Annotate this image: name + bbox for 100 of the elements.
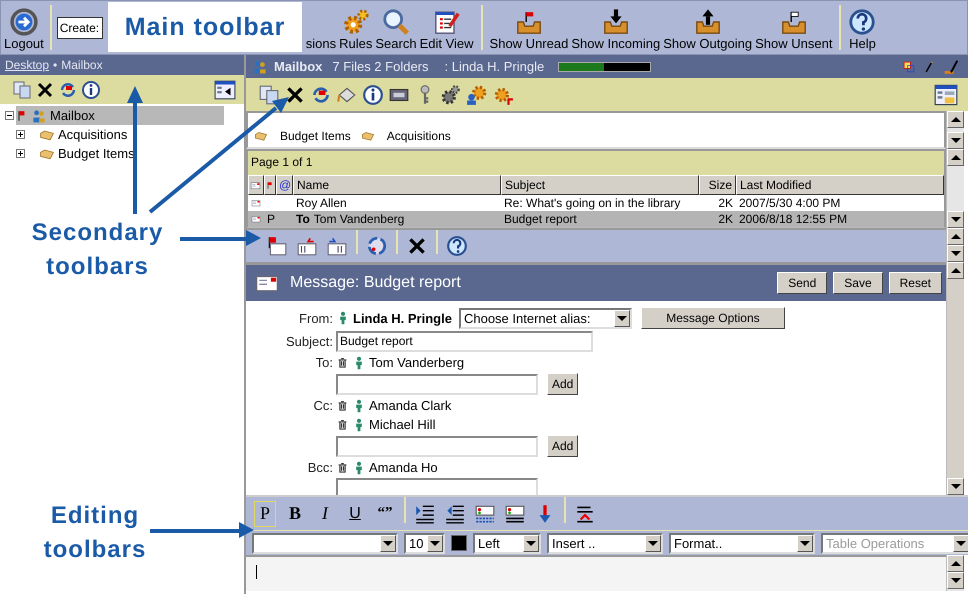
table-row[interactable]: P To Tom Vandenberg Budget report 2K 2006/8/18 12:55 PM	[248, 211, 944, 227]
message-title: Message: Budget report	[290, 274, 461, 292]
trash-icon[interactable]	[336, 399, 349, 412]
action-button[interactable]: Send	[777, 272, 828, 294]
folder-item[interactable]: Acquisitions	[360, 129, 451, 143]
column-header[interactable]: Name	[293, 175, 501, 195]
expand-icon[interactable]	[16, 149, 25, 158]
mailbox-owner: : Linda H. Pringle	[444, 59, 544, 74]
scrollbar[interactable]	[946, 228, 964, 262]
people-icon	[31, 108, 47, 124]
logout-button[interactable]: Logout	[3, 1, 45, 54]
gears-icon	[342, 8, 370, 36]
gears-icon[interactable]	[440, 84, 462, 106]
add-button[interactable]: Add	[547, 373, 578, 395]
toolbar-button[interactable]: sions	[304, 1, 338, 54]
flag-icon	[266, 180, 274, 190]
add-button[interactable]: Add	[547, 435, 578, 457]
item-count: 7 Files 2 Folders	[332, 59, 428, 74]
info-icon[interactable]	[81, 80, 101, 100]
page-indicator: Page 1 of 1	[248, 151, 944, 175]
toolbar-button[interactable]: Search	[374, 1, 418, 54]
recipient-name: Amanda Ho	[369, 460, 438, 475]
align-dropdown[interactable]: Left	[473, 532, 541, 554]
forward-icon[interactable]	[326, 235, 348, 257]
copy-icon[interactable]	[258, 84, 280, 106]
folder-item[interactable]: Budget Items	[254, 129, 351, 143]
sender-name: Linda H. Pringle	[353, 310, 452, 326]
tree-label: Acquisitions	[58, 127, 128, 142]
quote-button[interactable]: “”	[374, 500, 396, 526]
toolbar-button[interactable]: Rules	[338, 1, 374, 54]
underline-button[interactable]: U	[344, 500, 366, 526]
scrollbar[interactable]	[946, 555, 964, 591]
tree-item[interactable]: Acquisitions	[39, 125, 132, 144]
trash-icon[interactable]	[336, 461, 349, 474]
table-cell-text: Budget report	[503, 211, 578, 227]
action-button[interactable]: Reset	[888, 272, 942, 294]
collapse-icon[interactable]	[5, 111, 14, 120]
layout-icon[interactable]	[934, 82, 958, 106]
recipient-input[interactable]	[336, 436, 538, 456]
create-field[interactable]: Create:	[56, 16, 103, 38]
tree-label: Mailbox	[50, 108, 95, 123]
column-header[interactable]	[248, 175, 264, 195]
table-row[interactable]: Roy Allen Re: What's going on in the library 2K 2007/5/30 4:00 PM	[248, 195, 944, 211]
recipient-input[interactable]	[336, 478, 538, 495]
insert-dropdown[interactable]: Insert ..	[547, 532, 663, 554]
tree-label: Budget Items	[58, 146, 135, 161]
tray-down-arrow-icon	[602, 8, 630, 36]
font-size-dropdown[interactable]: 10	[404, 532, 445, 554]
annotation-label: Main toolbar	[108, 2, 302, 52]
breadcrumb-current: Mailbox	[61, 58, 103, 72]
help-icon	[848, 8, 876, 36]
italic-button[interactable]: I	[314, 500, 336, 526]
column-header[interactable]: Subject	[501, 175, 699, 195]
font-dropdown[interactable]	[252, 532, 398, 554]
table-cell-text: 2006/8/18 12:55 PM	[738, 211, 848, 227]
recipient-name: Tom Vanderberg	[369, 355, 464, 370]
panel-toggle-icon[interactable]	[214, 78, 236, 100]
gear-person-icon[interactable]	[466, 84, 488, 106]
column-header[interactable]	[264, 175, 276, 195]
bold-button[interactable]: B	[284, 500, 306, 526]
info-icon[interactable]	[362, 84, 384, 106]
logout-icon	[10, 8, 38, 36]
pen-icon[interactable]	[942, 58, 960, 76]
tree-item[interactable]: Budget Items	[39, 144, 139, 163]
column-header[interactable]: Last Modified	[736, 175, 944, 195]
tray-up-arrow-icon	[694, 8, 722, 36]
layers-icon[interactable]	[902, 60, 916, 74]
message-options-button[interactable]: Message Options	[640, 307, 785, 329]
copy-icon[interactable]	[12, 80, 32, 100]
help-icon[interactable]	[446, 235, 468, 257]
action-button[interactable]: Save	[833, 272, 883, 294]
scrollbar[interactable]	[946, 262, 964, 495]
scrollbar[interactable]	[946, 149, 964, 228]
tree-item[interactable]: Mailbox	[16, 106, 224, 125]
outdent-icon[interactable]	[444, 502, 466, 524]
alias-dropdown[interactable]: Choose Internet alias:	[458, 308, 632, 328]
trash-icon[interactable]	[336, 356, 349, 369]
toolbar-button[interactable]: Show Incoming	[570, 1, 662, 54]
expand-icon[interactable]	[16, 130, 25, 139]
subject-field[interactable]: Budget report	[336, 331, 593, 352]
color-swatch[interactable]	[451, 535, 467, 551]
toolbar-button[interactable]: Show Unread	[488, 1, 570, 54]
breadcrumb-link[interactable]: Desktop	[5, 58, 50, 72]
refresh-icon[interactable]	[366, 235, 388, 257]
reply-icon[interactable]	[296, 235, 318, 257]
recipient-input[interactable]	[336, 374, 538, 394]
toolbar-button[interactable]: Help	[847, 1, 878, 54]
folder-icon	[254, 129, 268, 143]
field-label: Subject:	[285, 334, 334, 349]
format-dropdown[interactable]: Format..	[669, 532, 815, 554]
toolbar-button[interactable]: Show Outgoing	[662, 1, 754, 54]
scrollbar[interactable]	[946, 111, 964, 149]
paragraph-button[interactable]: P	[254, 500, 276, 526]
column-header[interactable]: @	[276, 175, 293, 195]
trash-icon[interactable]	[336, 418, 349, 431]
toolbar-button[interactable]: Show Unsent	[754, 1, 834, 54]
flag-mail-icon[interactable]	[266, 235, 288, 257]
toolbar-button[interactable]: Edit View	[418, 1, 475, 54]
indent-icon[interactable]	[414, 502, 436, 524]
column-header[interactable]: Size	[699, 175, 736, 195]
